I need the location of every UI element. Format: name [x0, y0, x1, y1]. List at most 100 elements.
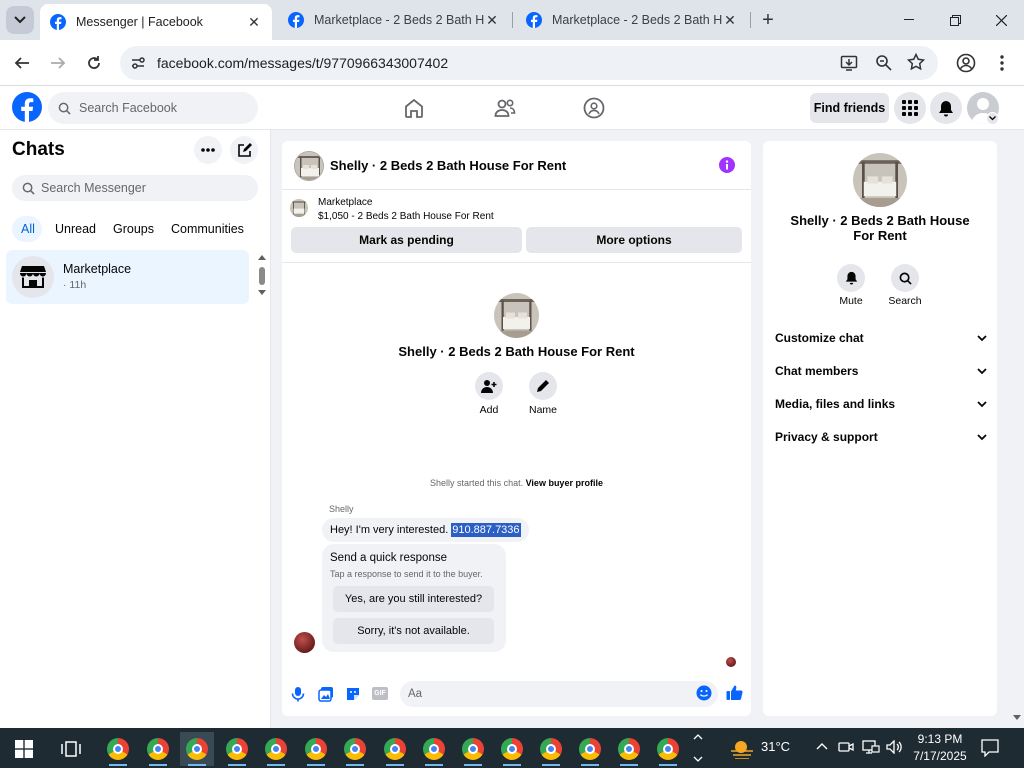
chrome-taskbar-icon[interactable] [220, 732, 254, 766]
find-friends-button[interactable]: Find friends [810, 93, 889, 123]
chevron-down-icon [14, 16, 26, 24]
facebook-logo-icon[interactable] [12, 92, 42, 122]
quick-response-yes-button[interactable]: Yes, are you still interested? [333, 586, 494, 612]
message-bubble[interactable]: Hey! I'm very interested. 910.887.7336 [322, 518, 529, 542]
show-hidden-icons-icon[interactable] [816, 742, 828, 750]
restore-window-icon[interactable] [932, 0, 978, 40]
back-arrow-icon[interactable] [6, 47, 38, 79]
mark-as-pending-button[interactable]: Mark as pending [291, 227, 522, 253]
bookmark-star-icon[interactable] [907, 53, 925, 71]
quick-response-title: Send a quick response [330, 552, 447, 564]
conversation-info-icon[interactable] [719, 157, 735, 173]
listing-thumbnail[interactable] [290, 199, 308, 217]
listing-avatar[interactable] [294, 151, 324, 181]
chrome-taskbar-icon[interactable] [259, 732, 293, 766]
facebook-search-input[interactable]: Search Facebook [48, 92, 258, 124]
message-input[interactable]: Aa [400, 681, 718, 707]
close-window-icon[interactable] [978, 0, 1024, 40]
tab-title: Marketplace - 2 Beds 2 Bath Ho [552, 13, 722, 27]
search-conversation-icon[interactable] [891, 264, 919, 292]
microphone-icon[interactable] [291, 686, 305, 702]
conversation-title[interactable]: Shelly · 2 Beds 2 Bath House For Rent [330, 158, 566, 173]
clock[interactable]: 9:13 PM 7/17/2025 [910, 731, 970, 765]
volume-icon[interactable] [886, 740, 904, 754]
chrome-taskbar-icon[interactable] [651, 732, 685, 766]
chrome-taskbar-icon[interactable] [378, 732, 412, 766]
chrome-taskbar-icon[interactable] [338, 732, 372, 766]
chat-list-item[interactable]: Marketplace · 11h [6, 250, 249, 304]
chat-options-icon[interactable] [194, 136, 222, 164]
sender-avatar[interactable] [294, 632, 315, 653]
gif-icon[interactable]: GIF [372, 687, 388, 700]
taskbar-overflow-arrows-icon[interactable] [693, 731, 703, 765]
chrome-taskbar-icon[interactable] [417, 732, 451, 766]
profile-avatar[interactable] [494, 293, 539, 338]
forward-arrow-icon[interactable] [42, 47, 74, 79]
more-options-button[interactable]: More options [526, 227, 742, 253]
view-buyer-profile-link[interactable]: View buyer profile [526, 478, 603, 488]
sidebar-scrollbar[interactable] [257, 252, 267, 298]
notifications-bell-icon[interactable] [930, 92, 962, 124]
close-tab-icon[interactable]: ✕ [484, 12, 500, 28]
account-chevron-icon[interactable] [986, 112, 999, 125]
privacy-support-section[interactable]: Privacy & support [775, 427, 987, 447]
add-person-icon[interactable] [475, 372, 503, 400]
chrome-taskbar-icon[interactable] [495, 732, 529, 766]
new-tab-icon[interactable]: + [756, 8, 780, 32]
chrome-taskbar-icon[interactable] [299, 732, 333, 766]
filter-groups[interactable]: Groups [113, 222, 154, 242]
chrome-taskbar-icon[interactable] [612, 732, 646, 766]
network-icon[interactable] [862, 740, 880, 754]
close-tab-icon[interactable]: ✕ [246, 14, 262, 30]
windows-start-icon[interactable] [7, 732, 41, 766]
mute-bell-icon[interactable] [837, 264, 865, 292]
minimize-window-icon[interactable] [886, 0, 932, 40]
filter-unread[interactable]: Unread [55, 222, 96, 242]
friends-icon[interactable] [493, 97, 517, 119]
profile-icon[interactable] [950, 47, 982, 79]
groups-icon[interactable] [583, 97, 605, 119]
zoom-icon[interactable] [875, 54, 893, 72]
thumbs-up-icon[interactable] [726, 684, 743, 701]
tab-marketplace-1[interactable]: Marketplace - 2 Beds 2 Bath Ho ✕ [278, 4, 510, 36]
chrome-taskbar-icon[interactable] [101, 732, 135, 766]
emoji-icon[interactable] [696, 685, 712, 701]
chrome-taskbar-icon[interactable] [534, 732, 568, 766]
home-icon[interactable] [403, 97, 425, 119]
chrome-taskbar-icon[interactable] [141, 732, 175, 766]
tab-messenger[interactable]: Messenger | Facebook ✕ [40, 4, 272, 40]
address-bar[interactable]: facebook.com/messages/t/9770966343007402 [120, 46, 938, 80]
chat-members-section[interactable]: Chat members [775, 361, 987, 381]
notification-center-icon[interactable] [981, 739, 999, 757]
filter-all[interactable]: All [21, 222, 35, 242]
chrome-taskbar-icon[interactable] [456, 732, 490, 766]
media-files-links-section[interactable]: Media, files and links [775, 394, 987, 414]
task-view-icon[interactable] [54, 732, 88, 766]
browser-menu-icon[interactable] [986, 47, 1018, 79]
site-settings-icon[interactable] [130, 55, 146, 71]
install-app-icon[interactable] [840, 54, 858, 72]
quick-response-sorry-button[interactable]: Sorry, it's not available. [333, 618, 494, 644]
new-message-icon[interactable] [230, 136, 258, 164]
menu-grid-icon[interactable] [894, 92, 926, 124]
info-avatar[interactable] [853, 153, 907, 207]
reload-icon[interactable] [78, 47, 110, 79]
messenger-search-input[interactable]: Search Messenger [12, 175, 258, 201]
sticker-icon[interactable] [345, 686, 361, 702]
facebook-favicon-icon [50, 14, 66, 30]
close-tab-icon[interactable]: ✕ [722, 12, 738, 28]
page-scroll-down-arrow-icon[interactable] [1012, 714, 1022, 722]
meet-now-icon[interactable] [838, 740, 854, 754]
filter-communities[interactable]: Communities [171, 222, 244, 242]
tab-search-button[interactable] [6, 6, 34, 34]
listing-title[interactable]: $1,050 - 2 Beds 2 Bath House For Rent [318, 211, 494, 222]
chrome-taskbar-icon[interactable] [573, 732, 607, 766]
weather-icon[interactable] [729, 737, 755, 759]
sender-name: Shelly [329, 504, 354, 514]
tab-marketplace-2[interactable]: Marketplace - 2 Beds 2 Bath Ho ✕ [516, 4, 748, 36]
chat-meta: · 11h [63, 279, 87, 291]
customize-chat-section[interactable]: Customize chat [775, 328, 987, 348]
pencil-icon[interactable] [529, 372, 557, 400]
chrome-taskbar-icon-active[interactable] [180, 732, 214, 766]
photo-icon[interactable] [318, 686, 334, 702]
